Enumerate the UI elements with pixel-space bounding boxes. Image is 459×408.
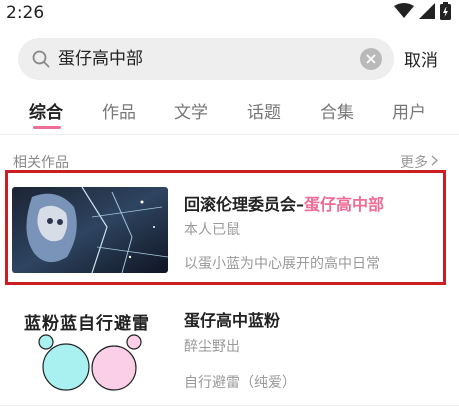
cancel-button[interactable]: 取消 [404,46,438,71]
result-description: 自行避雷（纯爱） [184,375,296,391]
cover-caption: 蓝粉蓝自行避雷 [24,314,150,334]
more-label: 更多 [400,155,428,171]
signal-icon [419,3,435,23]
highlight-frame [5,170,446,285]
tab-works[interactable]: 作品 [102,98,136,123]
result-author[interactable]: 醉尘野出 [184,336,240,356]
chevron-right-icon [431,154,439,170]
result-cover-image[interactable]: 蓝粉蓝自行避雷 [18,309,168,408]
section-title: 相关作品 [13,155,69,171]
result-item[interactable]: 蓝粉蓝自行避雷 蛋仔高中蓝粉 醉尘野出 自行避雷（纯爱） [0,296,459,406]
battery-icon [440,2,451,24]
tab-topics[interactable]: 话题 [247,98,281,123]
status-icons [394,2,451,24]
tab-literature[interactable]: 文学 [174,98,208,123]
clear-search-icon[interactable] [360,48,382,70]
result-title[interactable]: 蛋仔高中蓝粉 [184,307,280,331]
search-icon [32,50,50,68]
tab-collections[interactable]: 合集 [320,98,354,123]
tab-overall[interactable]: 综合 [29,98,63,123]
search-bar[interactable] [18,38,394,80]
more-link[interactable]: 更多 [400,152,439,172]
status-bar: 2:26 [0,0,459,28]
active-tab-indicator [33,126,61,129]
tab-bar: 综合 作品 文学 话题 合集 用户 [0,94,459,134]
wifi-icon [394,3,414,23]
divider [0,405,459,406]
divider [0,134,459,135]
tab-users[interactable]: 用户 [392,98,426,123]
status-time: 2:26 [6,3,45,23]
search-input[interactable] [58,38,358,80]
